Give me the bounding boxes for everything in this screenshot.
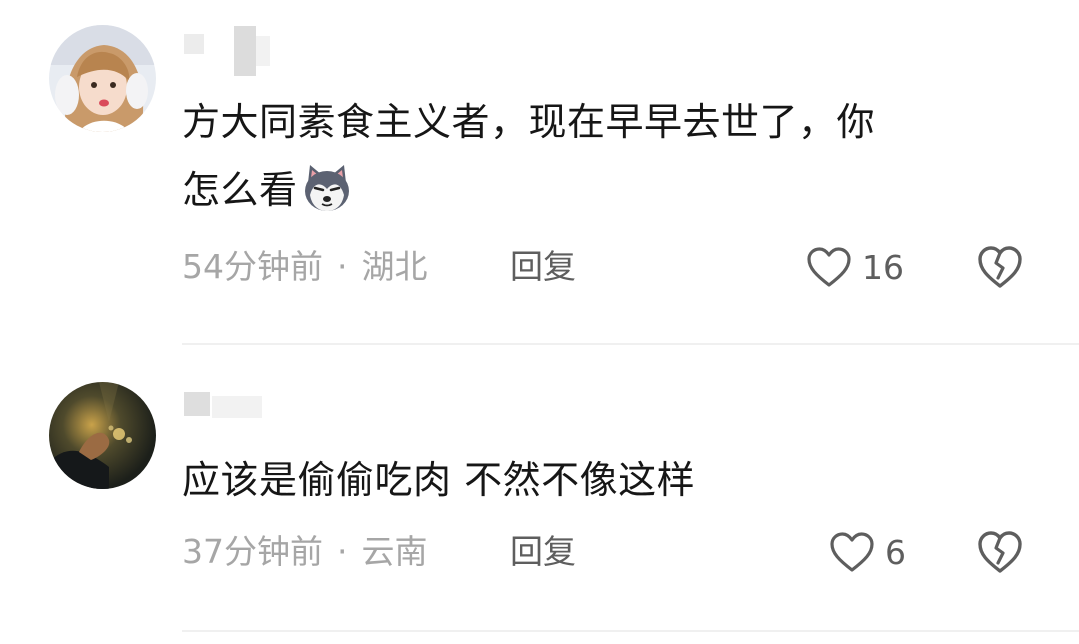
avatar[interactable] (49, 25, 156, 132)
username-redacted[interactable] (182, 26, 292, 78)
like-count: 6 (885, 532, 906, 572)
avatar-image (49, 382, 156, 489)
comment-item: 方大同素食主义者，现在早早去世了，你 怎么看 54分钟前 · 湖北 回复 16 (0, 0, 1079, 346)
meta-separator: · (337, 532, 348, 571)
comment-text: 应该是偷偷吃肉 不然不像这样 (182, 458, 696, 502)
comment-item: 应该是偷偷吃肉 不然不像这样 37分钟前 · 云南 回复 6 (0, 346, 1079, 644)
meta-separator: · (337, 247, 348, 286)
comment-text: 方大同素食主义者，现在早早去世了，你 怎么看 (182, 88, 1022, 224)
timestamp: 54分钟前 (182, 247, 323, 286)
like-count: 16 (862, 247, 904, 287)
husky-emoji-icon (300, 161, 354, 215)
reply-button[interactable]: 回复 (510, 530, 576, 574)
location: 云南 (361, 532, 428, 571)
broken-heart-icon (978, 246, 1022, 288)
like-button[interactable]: 16 (806, 242, 904, 292)
comment-meta: 54分钟前 · 湖北 (182, 245, 428, 289)
location: 湖北 (361, 247, 428, 286)
avatar-image (49, 25, 156, 132)
divider (182, 343, 1079, 345)
avatar[interactable] (49, 382, 156, 489)
broken-heart-icon (978, 531, 1022, 573)
username-redacted[interactable] (182, 384, 292, 436)
timestamp: 37分钟前 (182, 532, 323, 571)
dislike-button[interactable] (976, 244, 1024, 290)
heart-icon (830, 532, 874, 572)
comment-meta: 37分钟前 · 云南 (182, 530, 428, 574)
like-button[interactable]: 6 (829, 527, 906, 577)
dislike-button[interactable] (976, 529, 1024, 575)
divider (182, 630, 1079, 632)
heart-icon (807, 247, 851, 287)
reply-button[interactable]: 回复 (510, 245, 576, 289)
